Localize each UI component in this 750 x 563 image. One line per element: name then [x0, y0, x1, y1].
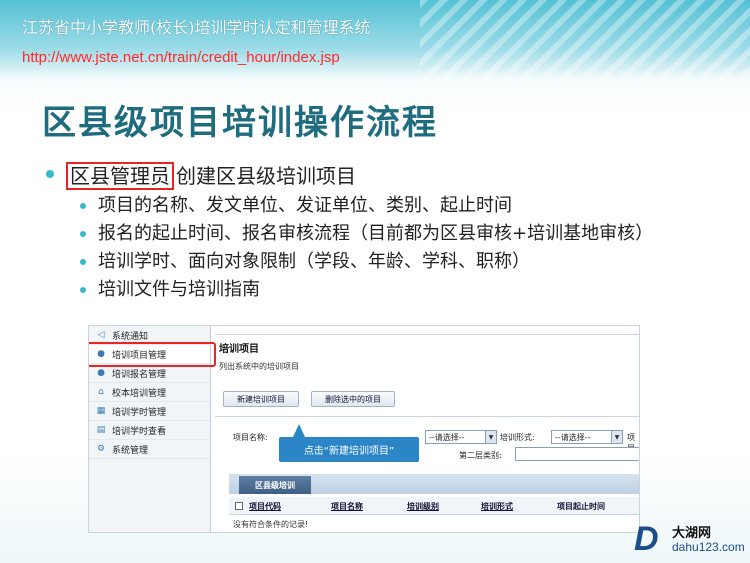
- sidebar-item-credit-management[interactable]: ▦ 培训学时管理: [89, 402, 210, 421]
- sub-bullet-dot-icon: [80, 231, 86, 237]
- sidebar-item-school-training[interactable]: ⌂ 校本培训管理: [89, 383, 210, 402]
- select-all-checkbox[interactable]: [235, 502, 243, 510]
- divider: [215, 416, 639, 417]
- sub-bullet-text: 项目的名称、发文单位、发证单位、类别、起止时间: [98, 195, 512, 216]
- slide-title: 区县级项目培训操作流程: [42, 103, 438, 143]
- training-form-select-value: --请选择--: [555, 432, 591, 442]
- main-bullet: 区县管理员 创建区县级培训项目: [46, 160, 706, 190]
- callout-tooltip: 点击“新建培训项目”: [279, 437, 419, 462]
- sidebar-item-label: 校本培训管理: [112, 388, 167, 399]
- panel-subtitle: 列出系统中的培训项目: [219, 362, 299, 371]
- bullet-dot-icon: [46, 170, 54, 178]
- watermark-letter: D: [634, 520, 659, 558]
- people-group-icon: ●: [97, 368, 105, 378]
- main-bullet-text: 创建区县级培训项目: [176, 164, 356, 188]
- system-url: http://www.jste.net.cn/train/credit_hour…: [22, 49, 340, 66]
- sub-bullet-dot-icon: [80, 259, 86, 265]
- table-header: 项目代码 项目名称 培训级别 培训形式 项目起止时间: [229, 497, 639, 515]
- delete-selected-button[interactable]: 删除选中的项目: [311, 391, 395, 407]
- header-stripes: [420, 0, 750, 80]
- sub-bullet: 培训学时、面向对象限制（学段、年龄、学科、职称）: [80, 251, 706, 273]
- divider: [215, 334, 639, 335]
- second-category-label: 第二层类别:: [459, 451, 502, 460]
- sub-bullet-text: 培训学时、面向对象限制（学段、年龄、学科、职称）: [98, 251, 530, 272]
- training-form-label: 培训形式:: [500, 433, 535, 442]
- sidebar-item-label: 系统通知: [112, 331, 149, 342]
- sub-bullet-dot-icon: [80, 287, 86, 293]
- training-form-select[interactable]: --请选择-- ▼: [551, 430, 623, 444]
- column-header: 项目起止时间: [557, 502, 605, 511]
- sub-bullet-text: 培训文件与培训指南: [98, 279, 260, 300]
- app-screenshot: ◁ 系统通知 ● 培训项目管理 ● 培训报名管理 ⌂ 校本培训管理 ▦ 培训学时…: [88, 325, 640, 533]
- watermark-url: dahu123.com: [672, 540, 745, 554]
- panel-title: 培训项目: [219, 344, 259, 355]
- sub-bullet-dot-icon: [80, 203, 86, 209]
- sidebar-item-label: 系统管理: [112, 445, 149, 456]
- column-header[interactable]: 项目代码: [249, 501, 281, 512]
- chevron-down-icon: ▼: [485, 431, 496, 443]
- new-project-button[interactable]: 新建培训项目: [223, 391, 299, 407]
- watermark-name: 大湖网: [672, 526, 712, 541]
- column-header[interactable]: 培训形式: [481, 501, 513, 512]
- tab-county-level[interactable]: 区县级培训: [239, 476, 311, 494]
- sidebar-item-system-management[interactable]: ⚙ 系统管理: [89, 440, 210, 459]
- category-select[interactable]: --请选择-- ▼: [425, 430, 497, 444]
- column-header[interactable]: 培训级别: [407, 501, 439, 512]
- highlighted-role: 区县管理员: [66, 162, 174, 190]
- sidebar-nav: ◁ 系统通知 ● 培训项目管理 ● 培训报名管理 ⌂ 校本培训管理 ▦ 培训学时…: [89, 326, 216, 532]
- callout-pointer: [293, 424, 305, 437]
- sub-bullet: 培训文件与培训指南: [80, 279, 706, 301]
- sidebar-item-label: 培训报名管理: [112, 369, 167, 380]
- nav-highlight-box: [89, 342, 216, 367]
- gear-icon: ⚙: [96, 444, 106, 454]
- chevron-down-icon: ▼: [611, 431, 622, 443]
- sidebar-item-credit-view[interactable]: ▤ 培训学时查看: [89, 421, 210, 440]
- sidebar-item-label: 培训学时管理: [112, 407, 167, 418]
- category-select-value: --请选择--: [429, 432, 465, 442]
- bullet-list: 区县管理员 创建区县级培训项目 项目的名称、发文单位、发证单位、类别、起止时间 报…: [46, 160, 706, 301]
- column-header[interactable]: 项目名称: [331, 501, 363, 512]
- grid-icon: ▦: [96, 406, 106, 416]
- megaphone-icon: ◁: [97, 330, 105, 340]
- empty-table-message: 没有符合条件的记录!: [233, 520, 309, 529]
- watermark-logo: D 大湖网 dahu123.com: [634, 520, 746, 558]
- document-icon: ▤: [96, 425, 106, 435]
- second-category-select[interactable]: [515, 447, 639, 461]
- school-icon: ⌂: [98, 387, 104, 397]
- system-title: 江苏省中小学教师(校长)培训学时认定和管理系统: [22, 18, 371, 37]
- sub-bullet: 报名的起止时间、报名审核流程（目前都为区县审核+培训基地审核）: [80, 223, 706, 245]
- sidebar-item-label: 培训学时查看: [112, 426, 167, 437]
- sub-bullet-text: 报名的起止时间、报名审核流程（目前都为区县审核+培训基地审核）: [98, 223, 654, 244]
- project-name-label: 项目名称:: [233, 433, 268, 442]
- sub-bullet: 项目的名称、发文单位、发证单位、类别、起止时间: [80, 195, 706, 217]
- tab-strip: 区县级培训: [229, 474, 639, 494]
